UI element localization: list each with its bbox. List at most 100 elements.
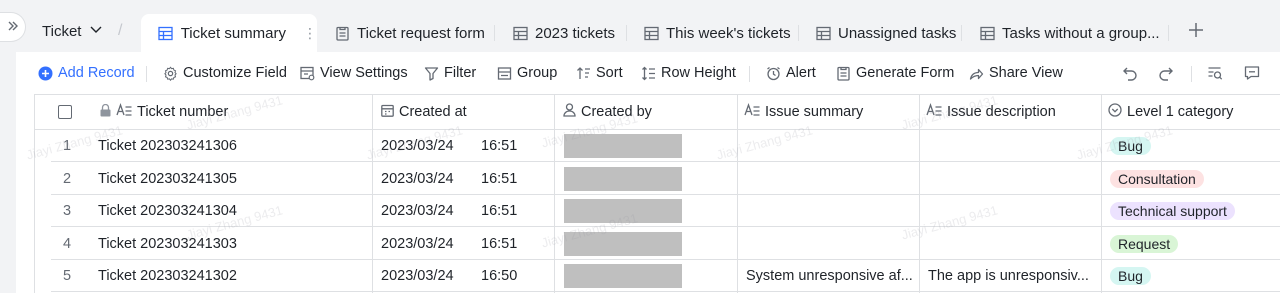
search-records-button[interactable] [1207,65,1223,81]
undo-button[interactable] [1122,65,1138,81]
view-settings-label: View Settings [320,65,408,81]
view-settings-button[interactable]: View Settings [299,65,408,81]
created-by-cell[interactable] [564,163,682,195]
form-icon [835,65,851,81]
column-header-issue-description[interactable]: Issue description [920,95,1101,130]
customize-field-button[interactable]: Customize Field [162,65,287,81]
created-by-cell[interactable] [564,228,682,260]
plus-circle-icon [37,65,53,81]
level1-category-cell[interactable]: Technical support [1110,195,1235,227]
ticket-number-cell[interactable]: Ticket 202303241303 [98,228,237,260]
redo-icon [1158,65,1174,81]
table-row[interactable]: 1 Ticket 202303241306 2023/03/24 16:51 Bug [51,130,1280,162]
add-record-button[interactable]: Add Record [37,65,135,81]
select-all-checkbox[interactable] [58,105,72,119]
collapse-sidebar-button[interactable] [0,12,26,42]
level1-category-cell[interactable]: Consultation [1110,163,1204,195]
group-button[interactable]: Group [496,65,557,81]
base-name-dropdown[interactable]: Ticket [42,22,103,40]
issue-summary-cell[interactable] [746,163,914,195]
filter-button[interactable]: Filter [423,65,476,81]
issue-summary-cell[interactable] [746,195,914,227]
column-header-created-by[interactable]: Created by [555,95,737,130]
level1-category-cell[interactable]: Bug [1110,260,1151,292]
created-at-date-cell[interactable]: 2023/03/24 [381,130,454,162]
column-header-issue-summary[interactable]: Issue summary [738,95,919,130]
row-number[interactable]: 1 [51,130,83,162]
issue-description-cell[interactable] [928,163,1096,195]
grid-view-icon [815,25,831,41]
created-at-time-cell[interactable]: 16:51 [481,130,517,162]
column-header-ticket-number[interactable]: Ticket number [35,95,372,130]
tab-divider [1168,25,1169,41]
row-number[interactable]: 5 [51,260,83,292]
created-at-date-cell[interactable]: 2023/03/24 [381,228,454,260]
tab-label: Ticket summary [180,24,286,42]
comments-button[interactable] [1244,65,1260,81]
level1-category-cell[interactable]: Request [1110,228,1179,260]
created-at-date-cell[interactable]: 2023/03/24 [381,163,454,195]
issue-summary-cell[interactable]: System unresponsive af... [746,260,914,292]
issue-summary-cell[interactable] [746,228,914,260]
level1-category-cell[interactable]: Bug [1110,130,1151,162]
issue-description-cell[interactable] [928,130,1096,162]
column-header-label: Created by [581,104,652,120]
tab-ticket-summary[interactable]: Ticket summary ⋮ [141,14,317,52]
issue-description-cell[interactable] [928,228,1096,260]
row-number[interactable]: 2 [51,163,83,195]
category-tag: Consultation [1110,169,1204,188]
issue-description-cell[interactable] [928,195,1096,227]
created-at-time-cell[interactable]: 16:50 [481,260,517,292]
tab-2023-tickets[interactable]: 2023 tickets [512,14,615,52]
tab-ticket-request-form[interactable]: Ticket request form [334,14,485,52]
created-at-date-cell[interactable]: 2023/03/24 [381,195,454,227]
tab-unassigned-tasks[interactable]: Unassigned tasks [815,14,956,52]
chevron-down-icon [89,22,103,40]
toolbar-divider [146,66,147,82]
redacted-user-block [564,264,682,288]
more-vertical-icon[interactable]: ⋮ [303,25,317,42]
row-height-icon [640,65,656,81]
sort-button[interactable]: Sort [575,65,623,81]
text-field-icon [116,103,132,121]
created-by-cell[interactable] [564,195,682,227]
redo-button[interactable] [1158,65,1174,81]
grid-view-icon [158,25,174,41]
filter-icon [423,65,439,81]
tab-tasks-without-group[interactable]: Tasks without a group... [979,14,1160,52]
calendar-icon [381,104,394,121]
created-by-cell[interactable] [564,130,682,162]
created-at-time-cell[interactable]: 16:51 [481,195,517,227]
column-header-level1-category[interactable]: Level 1 category [1102,95,1280,130]
created-at-time-cell[interactable]: 16:51 [481,163,517,195]
column-header-created-at[interactable]: Created at [373,95,554,130]
created-by-cell[interactable] [564,260,682,292]
row-height-button[interactable]: Row Height [640,65,736,81]
table-row[interactable]: 4 Ticket 202303241303 2023/03/24 16:51 Reque… [51,228,1280,260]
data-grid: Ticket number Created at Created by Issu… [25,92,1280,293]
ticket-number-cell[interactable]: Ticket 202303241304 [98,195,237,227]
row-number[interactable]: 3 [51,195,83,227]
tab-label: Tasks without a group... [1002,24,1160,42]
generate-form-button[interactable]: Generate Form [835,65,954,81]
redacted-user-block [564,199,682,223]
created-at-date-cell[interactable]: 2023/03/24 [381,260,454,292]
created-at-time-cell[interactable]: 16:51 [481,228,517,260]
issue-summary-cell[interactable] [746,130,914,162]
ticket-number-cell[interactable]: Ticket 202303241302 [98,260,237,292]
ticket-number-cell[interactable]: Ticket 202303241305 [98,163,237,195]
sort-label: Sort [596,65,623,81]
tab-this-weeks-tickets[interactable]: This week's tickets [643,14,791,52]
row-number[interactable]: 4 [51,228,83,260]
base-name-label: Ticket [42,22,82,40]
table-row[interactable]: 5 Ticket 202303241302 2023/03/24 16:50 Syste… [51,260,1280,292]
share-view-button[interactable]: Share View [968,65,1063,81]
add-view-button[interactable] [1188,22,1204,42]
table-row[interactable]: 2 Ticket 202303241305 2023/03/24 16:51 Consu… [51,163,1280,195]
ticket-number-cell[interactable]: Ticket 202303241306 [98,130,237,162]
toolbar-divider [1191,66,1192,82]
issue-description-cell[interactable]: The app is unresponsiv... [928,260,1096,292]
table-row[interactable]: 3 Ticket 202303241304 2023/03/24 16:51 Techn… [51,195,1280,227]
alert-button[interactable]: Alert [765,65,816,81]
redacted-user-block [564,166,682,191]
